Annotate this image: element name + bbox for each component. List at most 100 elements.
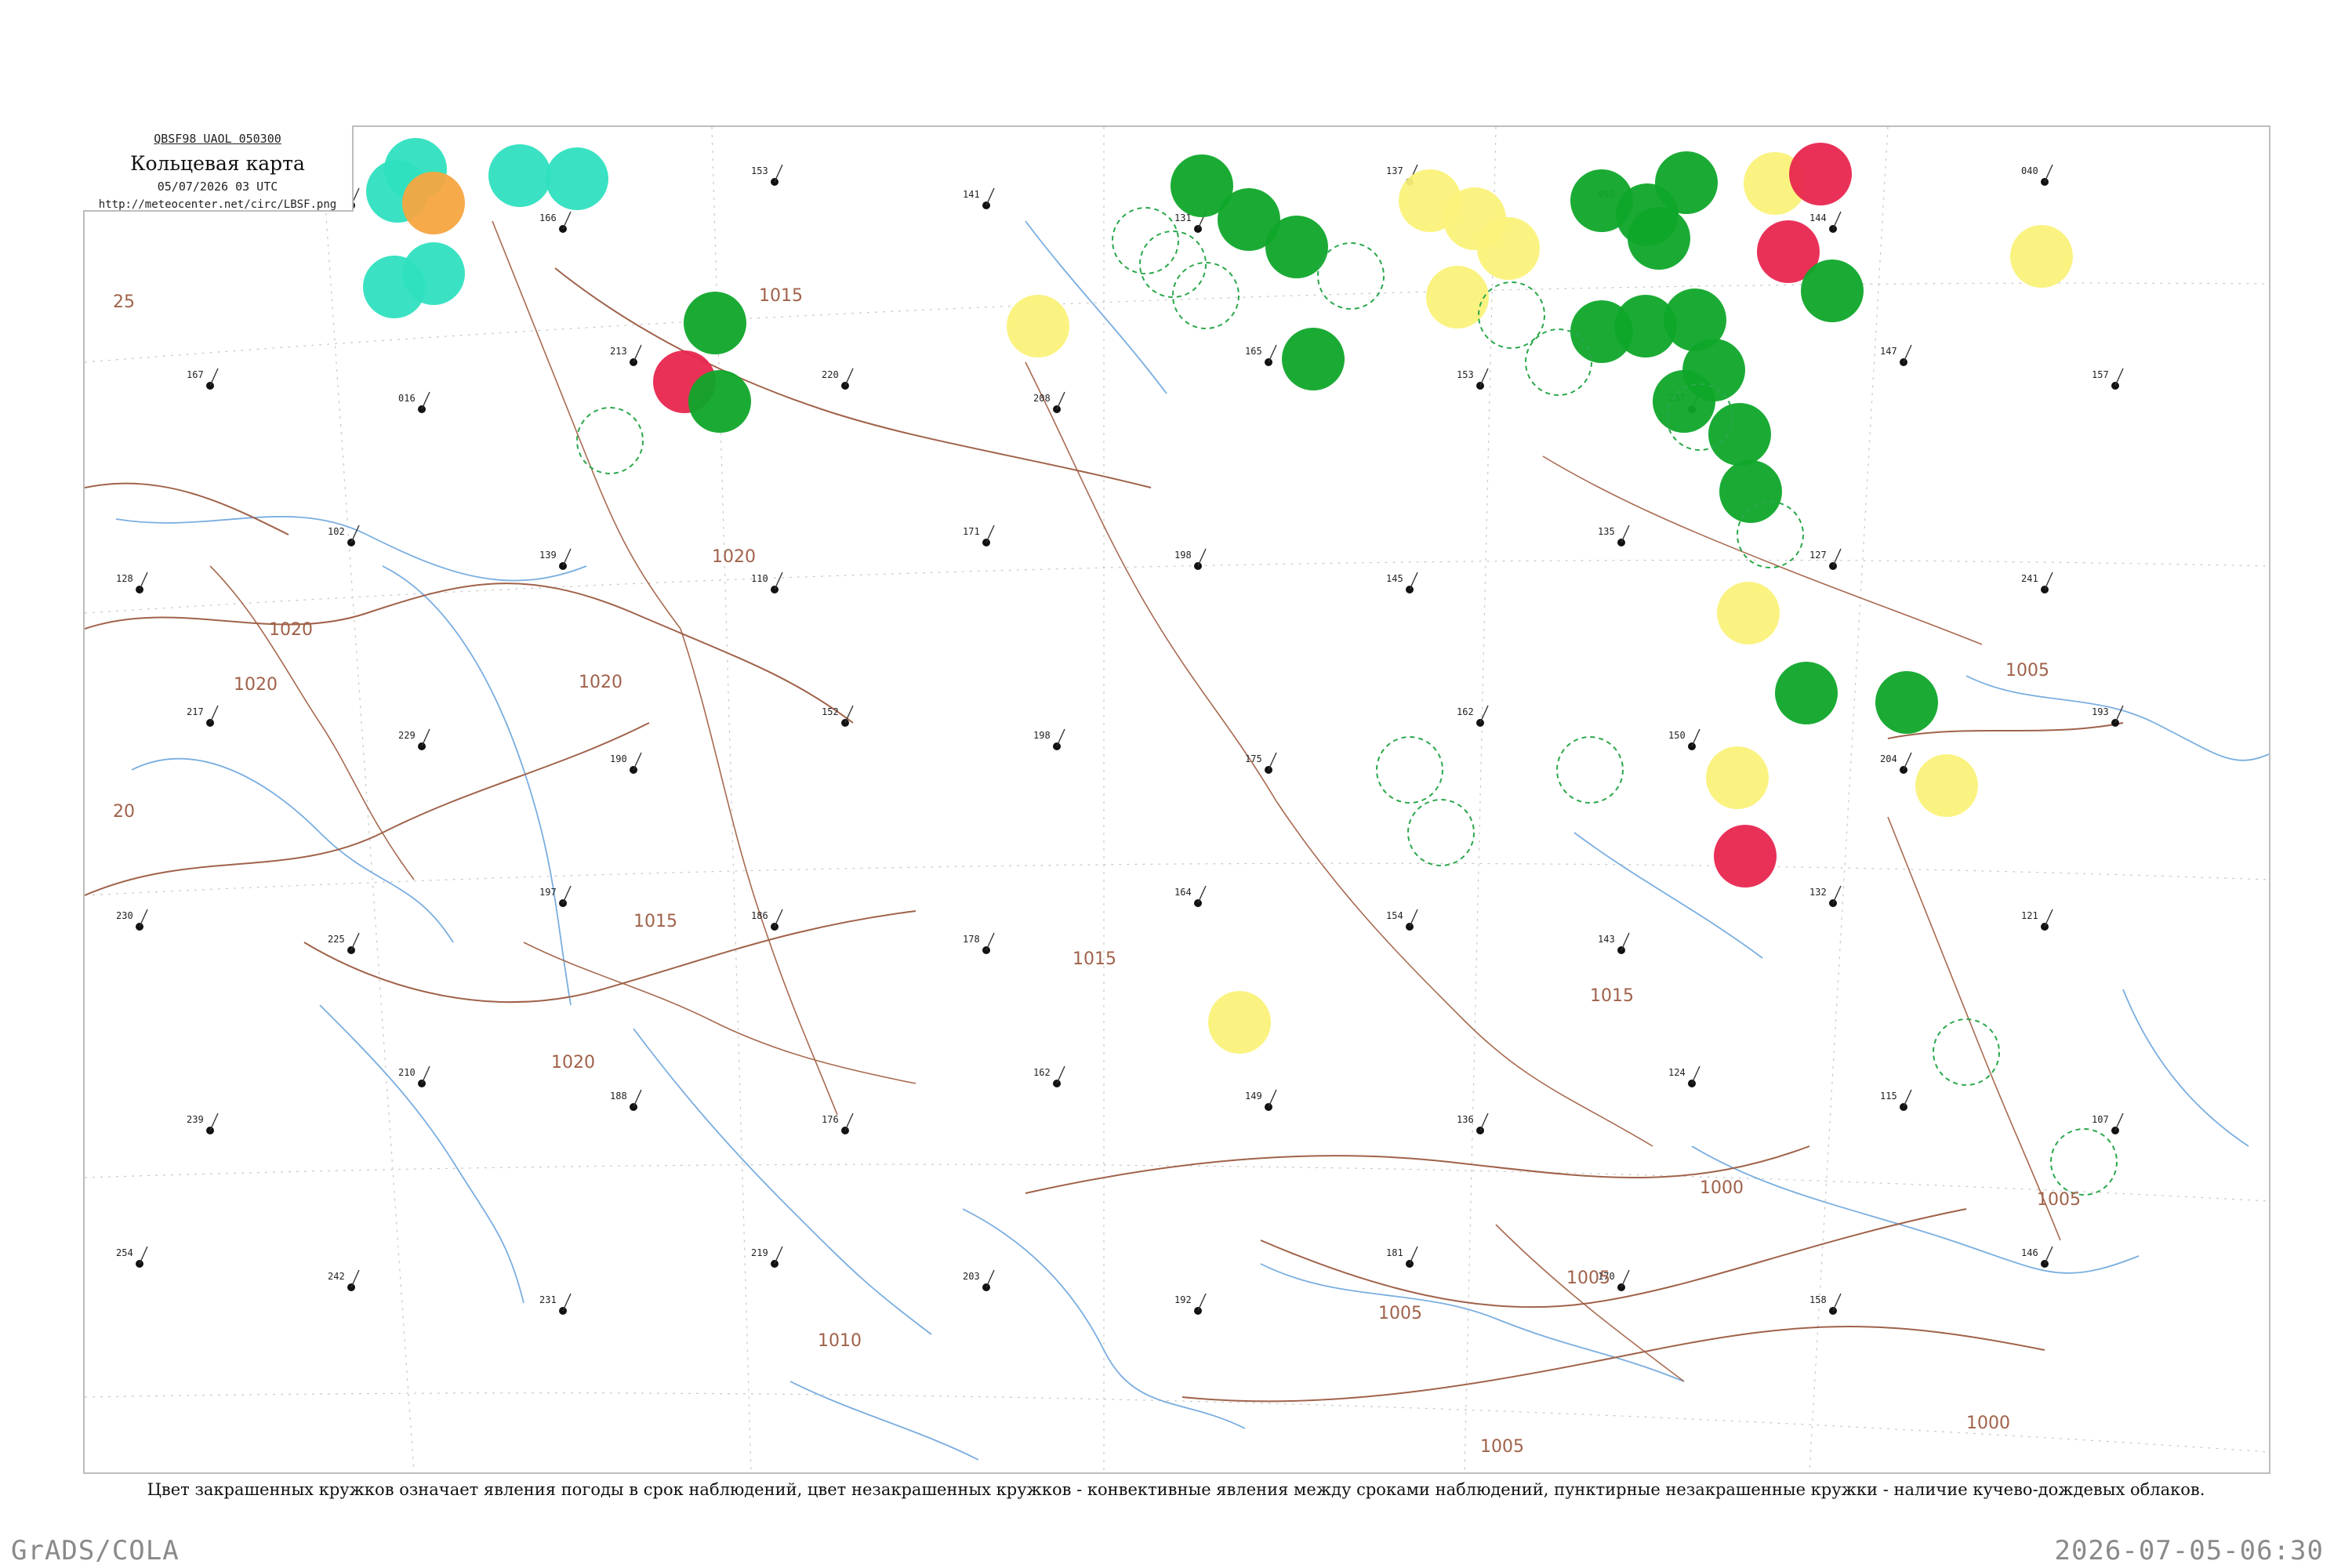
wind-barb bbox=[209, 705, 219, 724]
station-plot: 149 bbox=[1245, 1089, 1277, 1111]
wind-barb bbox=[421, 391, 430, 410]
station-plot: 198 bbox=[1174, 548, 1207, 570]
isobar-label: 25 bbox=[113, 292, 135, 312]
river-line bbox=[319, 1004, 524, 1304]
cb-dashed-circle bbox=[1112, 207, 1179, 274]
green-weather-circle bbox=[1282, 328, 1345, 390]
green-weather-circle bbox=[1628, 207, 1690, 270]
map-canvas: 1841721661531411311370951440401670162132… bbox=[85, 127, 2269, 1472]
station-plot: 188 bbox=[610, 1089, 642, 1111]
river-line bbox=[131, 757, 454, 943]
station-plot: 135 bbox=[1598, 524, 1630, 546]
station-value: 146 bbox=[2021, 1247, 2038, 1258]
station-value: 186 bbox=[751, 910, 768, 921]
map-title: Кольцевая карта bbox=[130, 152, 305, 175]
station-plot: 040 bbox=[2021, 164, 2053, 186]
wind-barb bbox=[844, 368, 854, 387]
river-line bbox=[382, 565, 572, 1006]
station-plot: 239 bbox=[187, 1112, 219, 1134]
wind-barb bbox=[1056, 728, 1065, 747]
station-plot: 145 bbox=[1386, 572, 1418, 593]
wind-barb bbox=[139, 1246, 148, 1265]
bulletin-code: QBSF98 UAOL 050300 bbox=[154, 132, 281, 146]
footer-software: GrADS/COLA bbox=[11, 1535, 180, 1566]
wind-barb bbox=[1479, 705, 1489, 724]
station-plot: 016 bbox=[398, 391, 430, 413]
yellow-weather-circle bbox=[1007, 295, 1069, 358]
station-value: 147 bbox=[1880, 346, 1897, 357]
station-plot: 139 bbox=[539, 548, 572, 570]
station-value: 167 bbox=[187, 369, 204, 380]
station-value: 197 bbox=[539, 887, 557, 898]
station-value: 162 bbox=[1033, 1067, 1051, 1078]
station-value: 225 bbox=[328, 934, 345, 945]
wind-barb bbox=[844, 1112, 854, 1131]
isobar-label: 1005 bbox=[1480, 1437, 1524, 1457]
station-value: 127 bbox=[1809, 550, 1827, 561]
station-value: 219 bbox=[751, 1247, 768, 1258]
station-value: 198 bbox=[1033, 730, 1051, 741]
isobar-label: 1005 bbox=[1566, 1269, 1610, 1288]
station-plot: 141 bbox=[963, 187, 995, 209]
station-plot: 157 bbox=[2092, 368, 2124, 390]
station-value: 175 bbox=[1245, 753, 1262, 764]
isobar-label: 1015 bbox=[1590, 986, 1634, 1006]
cyan-weather-circle bbox=[488, 144, 551, 207]
isobar-line bbox=[85, 482, 289, 535]
green-weather-circle bbox=[1801, 260, 1864, 322]
river-line bbox=[789, 1381, 979, 1461]
wind-barb bbox=[421, 1065, 430, 1084]
wind-barb bbox=[1621, 932, 1630, 951]
weather-circles bbox=[363, 138, 2118, 1196]
isobar-line bbox=[1181, 1326, 2045, 1403]
station-plot: 162 bbox=[1033, 1065, 1065, 1087]
red-weather-circle bbox=[1789, 143, 1852, 205]
station-plot: 210 bbox=[398, 1065, 430, 1087]
station-value: 231 bbox=[539, 1294, 557, 1305]
cb-dashed-circle bbox=[1139, 230, 1207, 298]
wind-barb bbox=[633, 752, 642, 771]
cb-dashed-circle bbox=[2050, 1128, 2118, 1196]
station-value: 150 bbox=[1668, 730, 1686, 741]
station-value: 152 bbox=[822, 706, 839, 717]
map-date: 05/07/2026 03 UTC bbox=[157, 180, 278, 194]
station-plot: 220 bbox=[822, 368, 854, 390]
station-plot: 181 bbox=[1386, 1246, 1418, 1268]
station-plot: 143 bbox=[1598, 932, 1630, 954]
wind-barb bbox=[1621, 524, 1630, 543]
station-value: 230 bbox=[116, 910, 133, 921]
station-plot: 158 bbox=[1809, 1293, 1842, 1315]
wind-barb bbox=[1409, 1246, 1418, 1265]
station-plot: 110 bbox=[751, 572, 783, 593]
isobar-label: 20 bbox=[113, 802, 135, 822]
station-value: 229 bbox=[398, 730, 416, 741]
station-plot: 144 bbox=[1809, 211, 1842, 233]
wind-barb bbox=[1903, 752, 1912, 771]
wind-barb bbox=[774, 1246, 783, 1265]
isobar-label: 1020 bbox=[712, 547, 756, 567]
wind-barb bbox=[774, 572, 783, 590]
station-plot: 241 bbox=[2021, 572, 2053, 593]
wind-barb bbox=[2044, 1246, 2053, 1265]
station-value: 165 bbox=[1245, 346, 1262, 357]
station-value: 178 bbox=[963, 934, 980, 945]
country-borders bbox=[209, 220, 2061, 1382]
map-url: http://meteocenter.net/circ/LBSF.png bbox=[98, 198, 337, 211]
station-value: 110 bbox=[751, 573, 768, 584]
grid-line bbox=[1809, 127, 1889, 1472]
wind-barb bbox=[1056, 391, 1065, 410]
station-plot: 204 bbox=[1880, 752, 1912, 774]
station-value: 188 bbox=[610, 1091, 627, 1102]
station-plot: 192 bbox=[1174, 1293, 1207, 1315]
wind-barb bbox=[350, 932, 360, 951]
station-value: 136 bbox=[1457, 1114, 1474, 1125]
station-value: 145 bbox=[1386, 573, 1403, 584]
wind-barb bbox=[350, 1269, 360, 1288]
station-plot: 147 bbox=[1880, 344, 1912, 366]
station-plot: 254 bbox=[116, 1246, 148, 1268]
river-line bbox=[115, 516, 587, 582]
wind-barb bbox=[1832, 885, 1842, 904]
cyan-weather-circle bbox=[546, 147, 608, 210]
station-value: 193 bbox=[2092, 706, 2109, 717]
synoptic-map: 1841721661531411311370951440401670162132… bbox=[83, 125, 2270, 1474]
